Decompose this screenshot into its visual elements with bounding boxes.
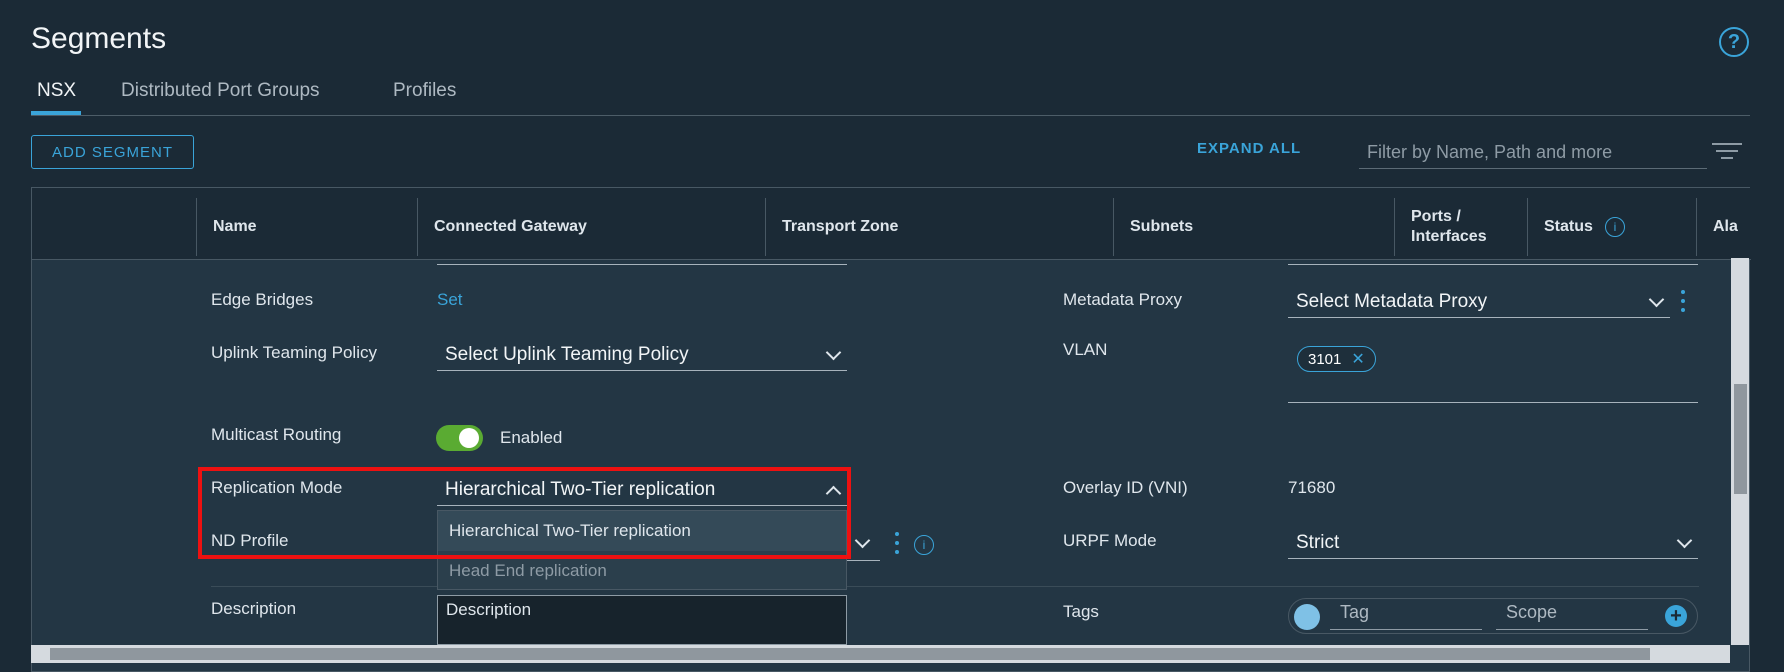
description-label: Description	[211, 599, 297, 618]
toggle-state-label: Enabled	[500, 428, 563, 447]
uplink-teaming-select[interactable]: Select Uplink Teaming Policy	[437, 339, 847, 371]
info-icon[interactable]: i	[1604, 217, 1625, 237]
tabs-divider	[31, 115, 1750, 116]
tags-label: Tags	[1063, 602, 1099, 621]
metadata-proxy-select[interactable]: Select Metadata Proxy	[1288, 286, 1670, 318]
field-underline	[1288, 402, 1698, 403]
page-title: Segments	[31, 22, 167, 55]
filter-input[interactable]	[1359, 137, 1707, 169]
column-header-status[interactable]: Status i	[1527, 198, 1696, 256]
chevron-down-icon	[825, 344, 842, 361]
tag-input[interactable]: Tag	[1330, 602, 1482, 630]
column-label: Subnets	[1130, 218, 1194, 235]
tab-distributed-port-groups[interactable]: Distributed Port Groups	[121, 80, 320, 102]
urpf-mode-label: URPF Mode	[1063, 531, 1157, 550]
tab-nsx[interactable]: NSX	[37, 80, 76, 102]
highlight-annotation	[198, 467, 851, 559]
select-value: Select Metadata Proxy	[1296, 290, 1488, 312]
remove-icon[interactable]: ✕	[1351, 349, 1364, 369]
vlan-chip[interactable]: 3101 ✕	[1297, 346, 1376, 372]
column-header-alarms[interactable]: Ala	[1696, 198, 1751, 256]
column-label: Status	[1544, 218, 1593, 235]
chevron-down-icon	[1648, 291, 1665, 308]
help-icon[interactable]: ?	[1719, 27, 1749, 57]
field-underline	[1288, 264, 1698, 265]
multicast-routing-label: Multicast Routing	[211, 425, 342, 444]
overlay-id-label: Overlay ID (VNI)	[1063, 478, 1188, 497]
select-value: Strict	[1296, 531, 1340, 553]
vertical-scroll-thumb[interactable]	[1734, 384, 1747, 494]
column-header-name[interactable]: Name	[196, 198, 417, 256]
grid-header: Name Connected Gateway Transport Zone Su…	[32, 188, 1751, 260]
column-label: Connected Gateway	[434, 218, 587, 235]
description-textarea[interactable]: Description	[437, 595, 847, 645]
column-label: Ala	[1713, 218, 1738, 235]
column-label: Name	[213, 218, 257, 235]
scope-input[interactable]: Scope	[1496, 602, 1648, 630]
more-actions-icon[interactable]	[1681, 290, 1685, 314]
column-header-subnets[interactable]: Subnets	[1113, 198, 1364, 256]
overlay-id-value: 71680	[1288, 478, 1336, 497]
vlan-label: VLAN	[1063, 340, 1108, 359]
select-value: Select Uplink Teaming Policy	[445, 343, 689, 365]
add-segment-button[interactable]: ADD SEGMENT	[31, 135, 194, 169]
horizontal-scroll-thumb[interactable]	[50, 648, 1650, 660]
column-label: Ports / Interfaces	[1411, 208, 1487, 245]
column-header-ports-interfaces[interactable]: Ports / Interfaces	[1394, 198, 1527, 256]
metadata-proxy-label: Metadata Proxy	[1063, 290, 1183, 309]
urpf-mode-select[interactable]: Strict	[1288, 527, 1698, 559]
column-header-transport-zone[interactable]: Transport Zone	[765, 198, 1113, 256]
filter-icon[interactable]	[1712, 143, 1742, 163]
tag-icon	[1294, 604, 1320, 630]
field-underline	[437, 264, 847, 265]
edge-bridges-set-link[interactable]: Set	[437, 290, 463, 310]
tab-profiles[interactable]: Profiles	[393, 80, 456, 102]
column-header-connected-gateway[interactable]: Connected Gateway	[417, 198, 765, 256]
info-icon[interactable]: i	[914, 535, 934, 555]
chevron-down-icon	[1676, 532, 1693, 549]
edge-bridges-label: Edge Bridges	[211, 290, 314, 309]
row-divider	[211, 586, 1699, 587]
column-label: Transport Zone	[782, 218, 899, 235]
toggle-knob	[459, 428, 479, 448]
vlan-chip-value: 3101	[1308, 350, 1342, 368]
more-actions-icon[interactable]	[895, 532, 899, 556]
expand-all-link[interactable]: EXPAND ALL	[1197, 140, 1301, 157]
add-tag-icon[interactable]: +	[1665, 605, 1687, 627]
uplink-teaming-label: Uplink Teaming Policy	[211, 343, 377, 362]
